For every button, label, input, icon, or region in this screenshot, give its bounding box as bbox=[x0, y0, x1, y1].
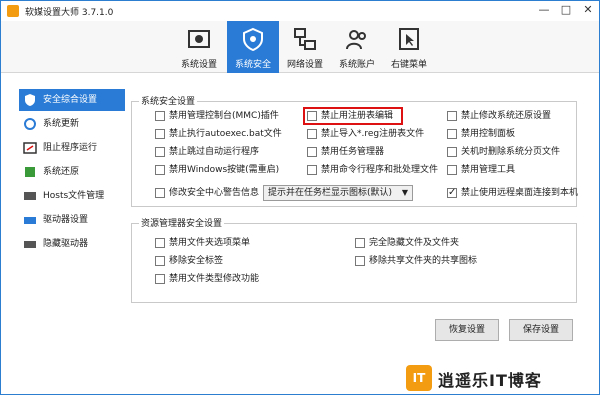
hidden-drive-icon bbox=[23, 237, 37, 251]
tab-label: 系统安全 bbox=[234, 60, 271, 70]
shield-icon bbox=[23, 93, 37, 107]
tab-label: 网络设置 bbox=[286, 60, 323, 70]
sidebar-item-label: 驱动器设置 bbox=[43, 215, 89, 225]
refresh-icon bbox=[23, 117, 37, 131]
checkbox-box[interactable] bbox=[155, 238, 165, 248]
checkbox-label: 禁用Windows按键(需重启) bbox=[169, 165, 280, 175]
tab-system-account[interactable]: 系统账户 bbox=[331, 21, 383, 73]
sidebar-item-hide-drive[interactable]: 隐藏驱动器 bbox=[19, 233, 125, 255]
checkbox-label: 禁止用注册表编辑 bbox=[321, 111, 394, 121]
drive-icon bbox=[23, 213, 37, 227]
chevron-down-icon: ▼ bbox=[401, 188, 408, 197]
cursor-icon bbox=[399, 28, 419, 50]
network-icon bbox=[294, 28, 316, 50]
sidebar-item-hosts[interactable]: Hosts文件管理 bbox=[19, 185, 125, 207]
top-toolbar: 系统设置 系统安全 网络设置 系统账户 右键菜单 bbox=[1, 21, 599, 73]
tab-context-menu[interactable]: 右键菜单 bbox=[383, 21, 435, 73]
sidebar-item-label: 安全综合设置 bbox=[43, 95, 98, 105]
hosts-icon bbox=[23, 189, 37, 203]
tab-system-security[interactable]: 系统安全 bbox=[227, 21, 279, 73]
checkbox-box[interactable] bbox=[307, 147, 317, 157]
checkbox-box[interactable] bbox=[307, 129, 317, 139]
sidebar-item-block-programs[interactable]: 阻止程序运行 bbox=[19, 137, 125, 159]
settings-icon bbox=[188, 30, 210, 48]
checkbox-box[interactable] bbox=[155, 256, 165, 266]
sidebar-item-system-restore[interactable]: 系统还原 bbox=[19, 161, 125, 183]
checkbox-label: 移除安全标签 bbox=[169, 256, 224, 266]
users-icon bbox=[346, 30, 366, 50]
checkbox-box[interactable] bbox=[155, 147, 165, 157]
checkbox-label: 禁止使用远程桌面连接到本机 bbox=[461, 188, 579, 198]
checkbox-label: 禁用控制面板 bbox=[461, 129, 516, 139]
checkbox-label: 禁用管理工具 bbox=[461, 165, 516, 175]
security-group-title: 系统安全设置 bbox=[139, 94, 198, 107]
tab-label: 系统设置 bbox=[180, 60, 217, 70]
checkbox-box[interactable] bbox=[155, 129, 165, 139]
checkbox-label: 禁用任务管理器 bbox=[321, 147, 385, 157]
select-value: 提示并在任务栏显示图标(默认) bbox=[268, 188, 393, 198]
app-window: 软媒设置大师 3.7.1.0 — □ ✕ 系统设置 系统安全 网络设置 系统账户… bbox=[0, 0, 600, 395]
checkbox-box[interactable] bbox=[447, 147, 457, 157]
sidebar-item-label: 系统更新 bbox=[43, 119, 80, 129]
checkbox-box[interactable] bbox=[155, 274, 165, 284]
checkbox-box[interactable] bbox=[155, 165, 165, 175]
block-icon bbox=[23, 141, 37, 155]
window-title: 软媒设置大师 3.7.1.0 bbox=[25, 8, 114, 18]
restore-icon bbox=[23, 165, 37, 179]
tab-label: 右键菜单 bbox=[390, 60, 427, 70]
checkbox-label: 禁止导入*.reg注册表文件 bbox=[321, 129, 425, 139]
tab-label: 系统账户 bbox=[338, 60, 375, 70]
checkbox-box[interactable] bbox=[447, 111, 457, 121]
sidebar-item-label: 阻止程序运行 bbox=[43, 143, 98, 153]
brand-logo: IT bbox=[406, 365, 432, 391]
sidebar-item-drive-settings[interactable]: 驱动器设置 bbox=[19, 209, 125, 231]
checkbox-box[interactable] bbox=[355, 256, 365, 266]
minimize-button[interactable]: — bbox=[535, 3, 553, 17]
sidebar-item-label: 系统还原 bbox=[43, 167, 80, 177]
checkbox-box[interactable] bbox=[307, 111, 317, 121]
checkbox-label: 禁止执行autoexec.bat文件 bbox=[169, 129, 282, 139]
checkbox-box[interactable] bbox=[155, 111, 165, 121]
checkbox-label: 禁用文件夹选项菜单 bbox=[169, 238, 251, 248]
checkbox-box[interactable] bbox=[355, 238, 365, 248]
sidebar: 安全综合设置 系统更新 阻止程序运行 系统还原 Hosts文件管理 驱动器设置 … bbox=[1, 81, 125, 351]
shield-icon bbox=[243, 27, 263, 51]
checkbox-label: 关机时删除系统分页文件 bbox=[461, 147, 561, 157]
checkbox-label: 禁用文件类型修改功能 bbox=[169, 274, 260, 284]
sidebar-item-security-general[interactable]: 安全综合设置 bbox=[19, 89, 125, 111]
maximize-button[interactable]: □ bbox=[557, 3, 575, 17]
checkbox-box[interactable] bbox=[447, 186, 457, 199]
checkbox-label: 禁用命令行程序和批处理文件 bbox=[321, 165, 439, 175]
sidebar-item-label: 隐藏驱动器 bbox=[43, 239, 89, 249]
checkbox-box[interactable] bbox=[307, 165, 317, 175]
checkbox-box[interactable] bbox=[155, 188, 165, 198]
explorer-group-title: 资源管理器安全设置 bbox=[139, 216, 225, 229]
tab-system-settings[interactable]: 系统设置 bbox=[173, 21, 225, 73]
close-button[interactable]: ✕ bbox=[579, 3, 597, 17]
checkbox-label: 禁用管理控制台(MMC)插件 bbox=[169, 111, 279, 121]
sidebar-item-system-update[interactable]: 系统更新 bbox=[19, 113, 125, 135]
watermark: IT 逍遥乐IT博客 bbox=[406, 363, 600, 393]
checkbox-label: 修改安全中心警告信息 bbox=[169, 188, 260, 198]
restore-button[interactable]: 恢复设置 bbox=[435, 319, 499, 341]
checkbox-label: 禁止修改系统还原设置 bbox=[461, 111, 552, 121]
tab-network-settings[interactable]: 网络设置 bbox=[279, 21, 331, 73]
app-logo-icon bbox=[7, 5, 19, 17]
checkbox-label: 禁止跳过自动运行程序 bbox=[169, 147, 260, 157]
checkbox-box[interactable] bbox=[447, 165, 457, 175]
title-bar: 软媒设置大师 3.7.1.0 — □ ✕ bbox=[1, 1, 599, 21]
sidebar-item-label: Hosts文件管理 bbox=[43, 191, 105, 201]
brand-name: 逍遥乐IT博客 bbox=[438, 371, 542, 390]
checkbox-label: 移除共享文件夹的共享图标 bbox=[369, 256, 478, 266]
save-button[interactable]: 保存设置 bbox=[509, 319, 573, 341]
checkbox-box[interactable] bbox=[447, 129, 457, 139]
security-center-select[interactable]: 提示并在任务栏显示图标(默认) ▼ bbox=[263, 185, 413, 201]
checkbox-label: 完全隐藏文件及文件夹 bbox=[369, 238, 460, 248]
